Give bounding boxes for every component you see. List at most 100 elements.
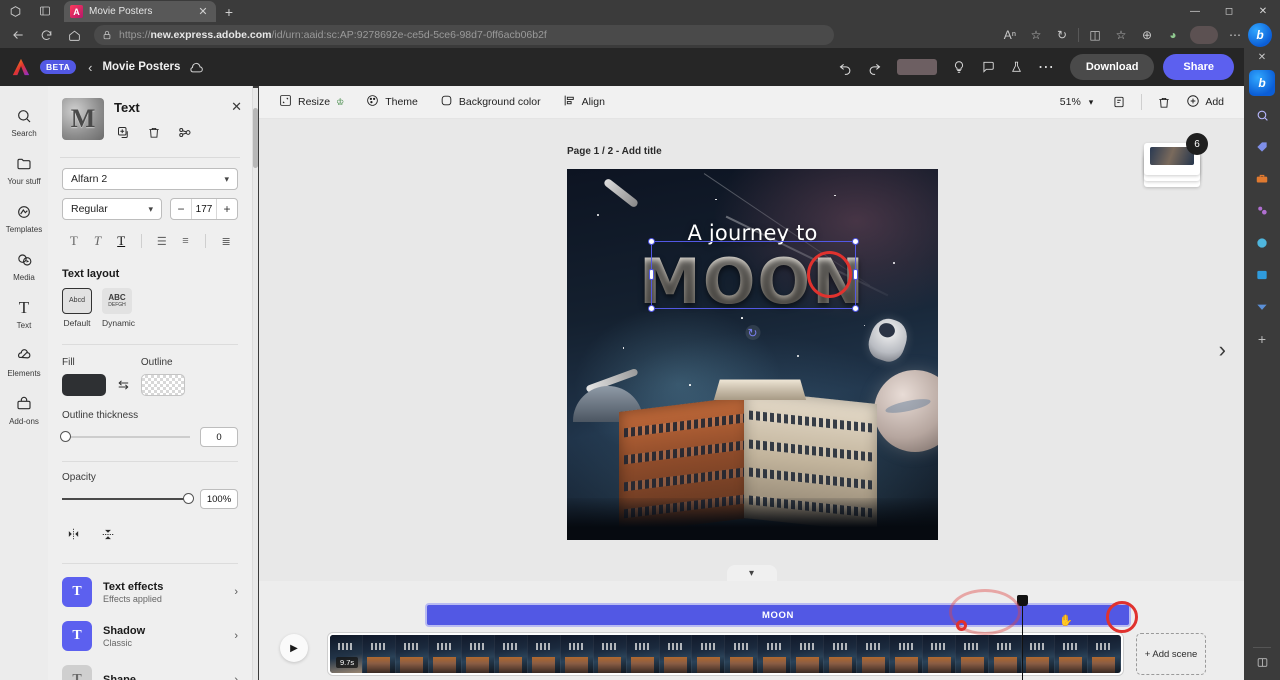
more-horizontal-icon[interactable]: ⋯: [1033, 54, 1059, 80]
filmstrip-frame[interactable]: [528, 635, 561, 673]
opacity-value[interactable]: 100%: [200, 489, 238, 509]
filmstrip-frame[interactable]: [1055, 635, 1088, 673]
timeline-text-track[interactable]: MOON: [425, 603, 1131, 627]
filmstrip-frame[interactable]: [627, 635, 660, 673]
filmstrip-frame[interactable]: [890, 635, 923, 673]
flip-horizontal-icon[interactable]: [66, 527, 81, 547]
games-icon[interactable]: [1249, 198, 1275, 224]
poster-artboard[interactable]: A journey to MOON ↻: [567, 169, 938, 540]
close-icon[interactable]: ✕: [231, 99, 242, 115]
filmstrip-frame[interactable]: [1088, 635, 1121, 673]
browser-tab[interactable]: A Movie Posters ✕: [64, 1, 216, 22]
share-button[interactable]: Share: [1163, 54, 1234, 80]
filmstrip-frame[interactable]: [791, 635, 824, 673]
italic-icon[interactable]: T: [86, 230, 110, 252]
delete-icon[interactable]: [147, 125, 161, 145]
timeline-filmstrip[interactable]: 9.7s: [328, 633, 1123, 675]
outlook-icon[interactable]: [1249, 262, 1275, 288]
tab-actions-icon[interactable]: [30, 0, 60, 22]
close-icon[interactable]: ✕: [1258, 50, 1266, 64]
undo-icon[interactable]: [833, 54, 859, 80]
close-icon[interactable]: ✕: [1246, 0, 1280, 22]
filmstrip-frame[interactable]: [363, 635, 396, 673]
resize-handle-left[interactable]: [649, 269, 654, 280]
add-tool-icon[interactable]: +: [1249, 326, 1275, 352]
filmstrip-frame[interactable]: [692, 635, 725, 673]
filmstrip-frame[interactable]: [561, 635, 594, 673]
slider-knob[interactable]: [60, 431, 71, 442]
align-button[interactable]: Align: [563, 94, 605, 110]
font-size-stepper[interactable]: − 177 +: [170, 198, 238, 220]
shadow-row[interactable]: T Shadow Classic ›: [62, 614, 238, 658]
extensions-icon[interactable]: ◕: [1160, 23, 1186, 47]
collections-icon[interactable]: ☆: [1108, 23, 1134, 47]
address-bar[interactable]: https://new.express.adobe.com/id/urn:aai…: [94, 25, 834, 45]
reload-icon[interactable]: [32, 23, 60, 47]
resize-handle-right[interactable]: [853, 269, 858, 280]
filmstrip-frame[interactable]: [956, 635, 989, 673]
play-button[interactable]: ▶: [280, 634, 308, 662]
filmstrip-frame[interactable]: [1022, 635, 1055, 673]
back-arrow-icon[interactable]: [4, 23, 32, 47]
browser-essentials-icon[interactable]: [1249, 230, 1275, 256]
shape-row[interactable]: T Shape ›: [62, 658, 238, 680]
lightbulb-icon[interactable]: [946, 54, 972, 80]
drop-icon[interactable]: [1249, 294, 1275, 320]
filmstrip-frame[interactable]: [462, 635, 495, 673]
slider-knob[interactable]: [183, 493, 194, 504]
font-style-select[interactable]: Regular ▾: [62, 198, 162, 220]
timeline-playhead[interactable]: [1022, 595, 1023, 680]
resize-handle-tr[interactable]: [852, 238, 859, 245]
browser-essentials-icon[interactable]: ⊕: [1134, 23, 1160, 47]
pages-thumbnail-stack[interactable]: 6: [1144, 143, 1202, 181]
adobe-express-logo[interactable]: [10, 57, 32, 77]
read-aloud-icon[interactable]: Aⁿ: [997, 23, 1023, 47]
filmstrip-frame[interactable]: [495, 635, 528, 673]
sidebar-item-add-ons[interactable]: Add-ons: [0, 386, 48, 434]
font-family-select[interactable]: Alfarn 2 ▾: [62, 168, 238, 190]
minimize-icon[interactable]: —: [1178, 0, 1212, 22]
filmstrip-frame[interactable]: [989, 635, 1022, 673]
flip-vertical-icon[interactable]: [101, 527, 115, 547]
resize-button[interactable]: Resize ♔: [279, 94, 344, 110]
sidebar-item-text[interactable]: T Text: [0, 290, 48, 338]
page-label[interactable]: Page 1 / 2 - Add title: [567, 146, 662, 157]
tools-icon[interactable]: [1249, 166, 1275, 192]
text-effects-row[interactable]: T Text effects Effects applied ›: [62, 570, 238, 614]
beaker-icon[interactable]: [1004, 54, 1030, 80]
font-size-value[interactable]: 177: [191, 199, 217, 219]
sidebar-item-search[interactable]: Search: [0, 98, 48, 146]
redo-icon[interactable]: [862, 54, 888, 80]
underline-icon[interactable]: T: [109, 230, 133, 252]
resize-handle-br[interactable]: [852, 305, 859, 312]
profile-avatar[interactable]: [1190, 26, 1218, 44]
filmstrip-frame[interactable]: [758, 635, 791, 673]
chevron-left-icon[interactable]: ‹: [88, 60, 92, 75]
filmstrip-frame[interactable]: 9.7s: [330, 635, 363, 673]
filmstrip-frame[interactable]: [660, 635, 693, 673]
rotate-handle-icon[interactable]: ↻: [745, 325, 760, 340]
layout-option-dynamic[interactable]: ABC DEFGH Dynamic: [102, 288, 135, 328]
opacity-slider[interactable]: [62, 498, 190, 500]
comment-icon[interactable]: [975, 54, 1001, 80]
settings-more-icon[interactable]: ⋯: [1222, 23, 1248, 47]
resize-handle-tl[interactable]: [648, 238, 655, 245]
filmstrip-frame[interactable]: [396, 635, 429, 673]
group-icon[interactable]: [177, 125, 193, 145]
panel-scrollbar[interactable]: [253, 88, 258, 680]
split-view-icon[interactable]: [1256, 656, 1269, 672]
next-page-button[interactable]: ›: [1219, 337, 1226, 363]
home-icon[interactable]: [60, 23, 88, 47]
shopping-tag-icon[interactable]: [1249, 134, 1275, 160]
download-button[interactable]: Download: [1070, 54, 1155, 80]
search-icon[interactable]: [1249, 102, 1275, 128]
align-icon[interactable]: ☰: [150, 230, 174, 252]
maximize-icon[interactable]: ◻: [1212, 0, 1246, 22]
layout-option-default[interactable]: Abcd Default: [62, 288, 92, 328]
zoom-selector[interactable]: 51% ▾: [1060, 96, 1094, 108]
sidebar-item-elements[interactable]: Elements: [0, 338, 48, 386]
canvas-area[interactable]: Page 1 / 2 - Add title: [259, 119, 1244, 581]
theme-button[interactable]: Theme: [366, 94, 418, 110]
resize-handle-bl[interactable]: [648, 305, 655, 312]
bing-copilot-icon[interactable]: b: [1249, 70, 1275, 96]
